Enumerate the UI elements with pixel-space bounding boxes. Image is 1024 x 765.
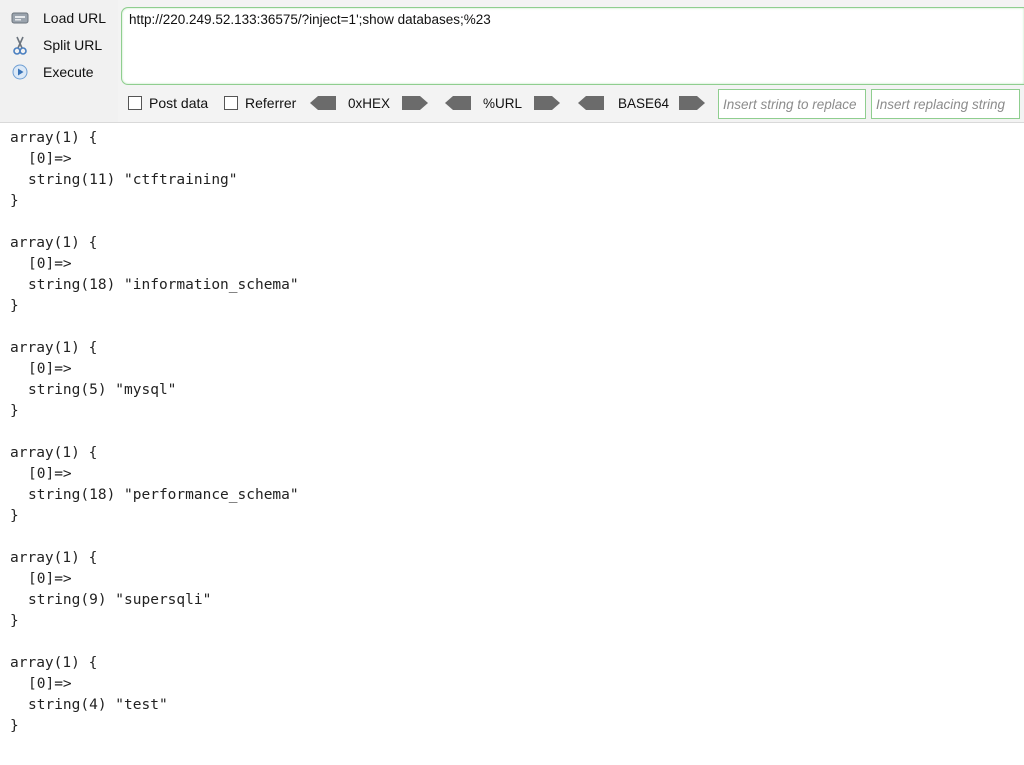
array-dump-index-line: [0]=> xyxy=(28,466,72,482)
array-dump-block: array(1) { [0]=> string(11) "ctftraining"} xyxy=(10,128,1010,212)
hackbar-command-panel: Load URL Split URL Execute xyxy=(0,0,118,122)
load-url-button[interactable]: Load URL xyxy=(10,8,114,28)
url-text: http://220.249.52.133:36575/?inject=1';s… xyxy=(129,12,491,27)
referrer-label: Referrer xyxy=(245,95,297,111)
array-dump-block: array(1) { [0]=> string(18) "information_s… xyxy=(10,233,1010,317)
play-icon xyxy=(10,62,30,82)
array-dump-index-line: [0]=> xyxy=(28,361,72,377)
array-dump-index-line: [0]=> xyxy=(28,151,72,167)
referrer-checkbox[interactable]: Referrer xyxy=(224,94,296,112)
hex-decode-arrow-icon[interactable] xyxy=(310,95,338,111)
array-dump-close-line: } xyxy=(10,193,19,209)
array-dump-open-line: array(1) { xyxy=(10,550,98,566)
replace-string-input[interactable] xyxy=(871,89,1020,119)
post-data-checkbox-box[interactable] xyxy=(128,96,142,110)
hex-label: 0xHEX xyxy=(348,95,391,111)
find-string-input[interactable] xyxy=(718,89,866,119)
split-url-button[interactable]: Split URL xyxy=(10,35,114,55)
array-dump-open-line: array(1) { xyxy=(10,445,98,461)
post-data-checkbox[interactable]: Post data xyxy=(128,94,208,112)
array-dump-index-line: [0]=> xyxy=(28,676,72,692)
scissors-icon xyxy=(10,35,30,55)
base64-label: BASE64 xyxy=(618,95,670,111)
array-dump-close-line: } xyxy=(10,403,19,419)
array-dump-value-line: string(9) "supersqli" xyxy=(28,592,212,608)
array-dump-close-line: } xyxy=(10,298,19,314)
array-dump-open-line: array(1) { xyxy=(10,235,98,251)
array-dump-close-line: } xyxy=(10,718,19,734)
array-dump-close-line: } xyxy=(10,613,19,629)
load-url-icon xyxy=(10,8,30,28)
url-decode-arrow-icon[interactable] xyxy=(445,95,473,111)
base64-encoder: BASE64 xyxy=(578,94,706,112)
array-dump-open-line: array(1) { xyxy=(10,130,98,146)
url-textarea[interactable]: http://220.249.52.133:36575/?inject=1';s… xyxy=(121,7,1024,85)
array-dump-close-line: } xyxy=(10,508,19,524)
referrer-checkbox-box[interactable] xyxy=(224,96,238,110)
array-dump-block: array(1) { [0]=> string(18) "performance_s… xyxy=(10,443,1010,527)
array-dump-value-line: string(18) "information_schema" xyxy=(28,277,299,293)
load-url-label: Load URL xyxy=(43,10,107,26)
hex-encoder: 0xHEX xyxy=(310,94,429,112)
array-dump-open-line: array(1) { xyxy=(10,340,98,356)
url-encode-arrow-icon[interactable] xyxy=(532,95,561,111)
array-dump-open-line: array(1) { xyxy=(10,655,98,671)
execute-button[interactable]: Execute xyxy=(10,62,114,82)
url-encoder: %URL xyxy=(445,94,561,112)
array-dump-value-line: string(4) "test" xyxy=(28,697,168,713)
array-dump-index-line: [0]=> xyxy=(28,571,72,587)
query-output: array(1) { [0]=> string(11) "ctftraining"}… xyxy=(10,128,1010,758)
array-dump-index-line: [0]=> xyxy=(28,256,72,272)
split-url-label: Split URL xyxy=(43,37,103,53)
execute-label: Execute xyxy=(43,64,94,80)
url-encode-label: %URL xyxy=(483,95,523,111)
array-dump-block: array(1) { [0]=> string(4) "test"} xyxy=(10,653,1010,737)
hackbar-toolbar: Load URL Split URL Execute http://220.24… xyxy=(0,0,1024,123)
array-dump-value-line: string(18) "performance_schema" xyxy=(28,487,299,503)
array-dump-block: array(1) { [0]=> string(5) "mysql"} xyxy=(10,338,1010,422)
array-dump-value-line: string(5) "mysql" xyxy=(28,382,177,398)
base64-decode-arrow-icon[interactable] xyxy=(578,95,606,111)
array-dump-value-line: string(11) "ctftraining" xyxy=(28,172,238,188)
hex-encode-arrow-icon[interactable] xyxy=(400,95,429,111)
base64-encode-arrow-icon[interactable] xyxy=(677,95,706,111)
post-data-label: Post data xyxy=(149,95,209,111)
array-dump-block: array(1) { [0]=> string(9) "supersqli"} xyxy=(10,548,1010,632)
